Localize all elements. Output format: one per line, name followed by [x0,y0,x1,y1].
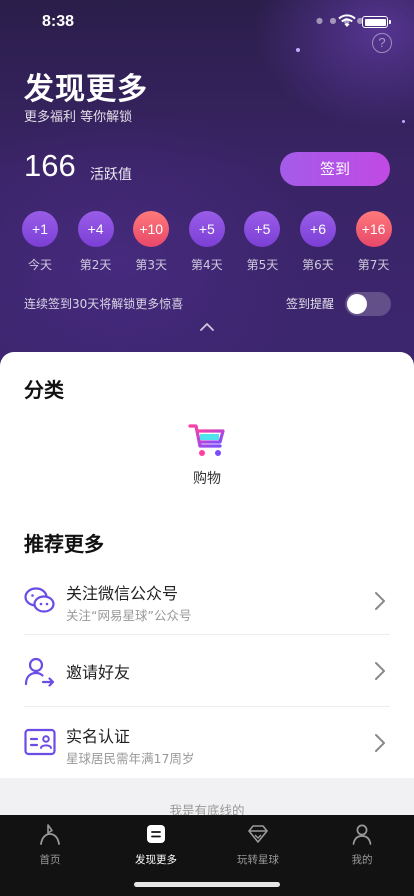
tab-profile[interactable]: 我的 [322,823,402,867]
toggle-knob [347,294,367,314]
tab-discover[interactable]: 发现更多 [116,823,196,867]
tab-label: 发现更多 [135,854,177,866]
checkin-day: +4 第2天 [77,211,114,273]
day-label: 今天 [27,258,52,272]
list-item-invite[interactable]: 邀请好友 [0,634,414,706]
chevron-right-icon [375,734,385,752]
chevron-right-icon [375,662,385,680]
list-end-zone: 我是有底线的 [0,778,414,815]
battery-icon [362,16,391,28]
page-subtitle: 更多福利 等你解锁 [24,110,133,125]
shopping-cart-icon [188,424,225,456]
reminder-label: 签到提醒 [286,297,335,311]
status-time: 8:38 [42,13,75,30]
help-button[interactable]: ? [372,33,392,53]
wifi-icon [338,14,356,27]
recommend-section-title: 推荐更多 [24,532,104,556]
category-shopping[interactable]: 购物 [183,422,231,488]
profile-icon [352,824,372,845]
day-label: 第5天 [246,258,279,272]
list-item-title: 实名认证 [66,727,131,746]
checkin-day: +1 今天 [22,211,58,273]
day-reward: +6 [300,211,336,247]
category-section-title: 分类 [24,378,64,402]
day-reward: +5 [244,211,281,247]
checkin-day: +6 第6天 [300,211,336,273]
tab-label: 我的 [351,854,373,866]
list-item-wechat[interactable]: 关注微信公众号 关注“网易星球”公众号 [0,564,414,636]
diamond-icon [248,825,268,843]
star-decoration [296,48,300,52]
day-reward: +16 [355,211,392,247]
checkin-day: +5 第5天 [244,211,281,273]
chevron-right-icon [375,592,385,610]
star-decoration [402,120,405,123]
status-bar: 8:38 ● ● ● ● [0,0,414,44]
day-label: 第4天 [190,258,223,272]
list-item-subtitle: 关注“网易星球”公众号 [66,608,192,623]
list-item-verify[interactable]: 实名认证 星球居民需年满17周岁 [0,706,414,778]
day-label: 第3天 [135,258,167,272]
list-end-text: 我是有底线的 [169,803,245,815]
chevron-up-icon[interactable] [199,322,215,332]
points-label: 活跃值 [90,167,132,183]
flag-icon [40,824,60,845]
list-item-title: 关注微信公众号 [66,584,179,603]
id-card-icon [24,728,56,756]
invite-user-icon [24,657,55,687]
page-title: 发现更多 [24,72,148,107]
tab-label: 首页 [39,854,61,866]
hero-banner: 8:38 ● ● ● ● ? 发现更多 更多福利 等你解锁 166 活跃值 签到… [0,0,414,380]
checkin-day: +16 第7天 [355,211,392,273]
checkin-day: +5 第4天 [188,211,225,273]
points-value: 166 [24,148,76,183]
tab-home[interactable]: 首页 [10,823,90,867]
reminder-toggle[interactable] [345,292,391,316]
day-label: 第2天 [79,258,112,272]
streak-hint: 连续签到30天将解锁更多惊喜 [24,297,184,311]
discover-icon [147,825,165,843]
home-indicator [134,882,280,887]
day-reward: +5 [188,211,225,247]
list-item-subtitle: 星球居民需年满17周岁 [66,751,195,766]
wechat-icon [24,587,55,613]
checkin-days: +1 今天 +4 第2天 +10 第3天 +5 第4天 +5 第5天 +6 第6… [22,211,392,273]
list-item-title: 邀请好友 [66,663,131,682]
checkin-button[interactable]: 签到 [280,152,390,186]
day-label: 第7天 [357,258,390,272]
day-reward: +4 [77,211,114,247]
tab-play-planet[interactable]: 玩转星球 [218,823,298,867]
tab-label: 玩转星球 [237,854,279,866]
day-reward: +1 [22,211,58,247]
checkin-day: +10 第3天 [133,211,170,273]
day-reward: +10 [133,211,170,247]
content-sheet: 分类 购物 推荐更多 关注微信公众号 关注“网易星球”公众号 邀请好友 实名认证… [0,352,414,815]
category-label: 购物 [193,471,221,487]
day-label: 第6天 [302,258,334,272]
